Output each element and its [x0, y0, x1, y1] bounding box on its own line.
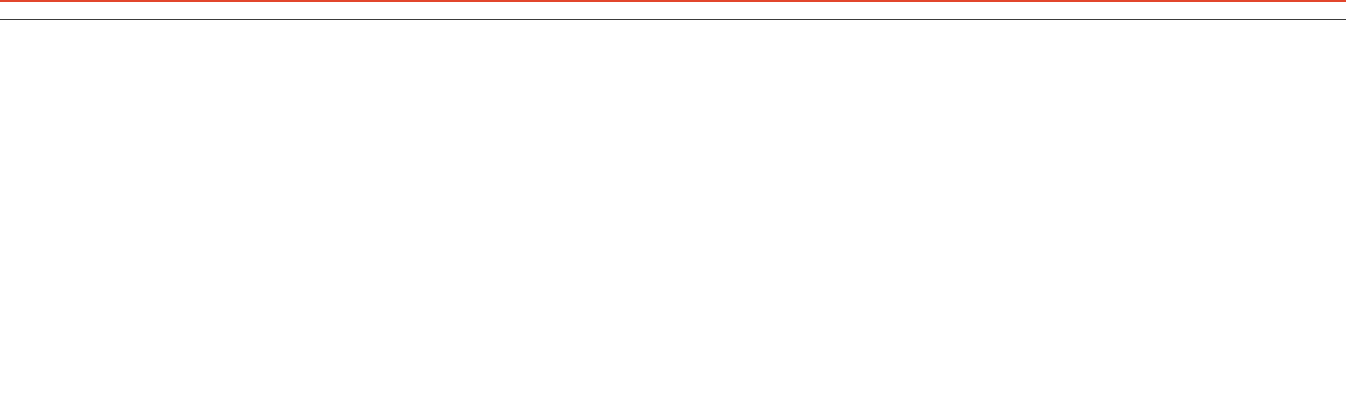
page	[0, 0, 1346, 400]
header-area	[0, 2, 1346, 19]
content-area	[0, 20, 1346, 400]
